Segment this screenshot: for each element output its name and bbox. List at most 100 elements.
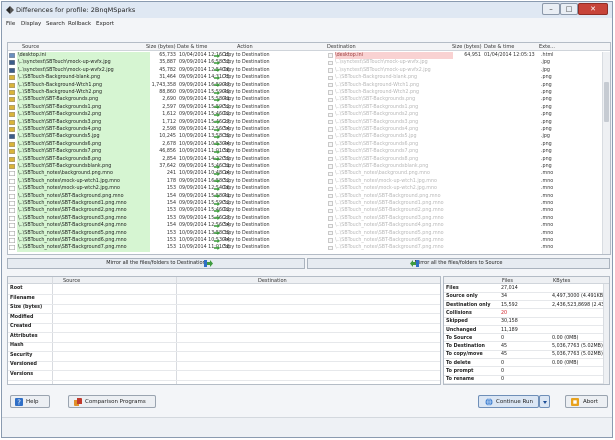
destination-path: \..\SBTouch\SBT-Backgrounds.png	[335, 97, 416, 103]
stats-label: To Source	[446, 335, 473, 341]
source-path: \..\SBTouch\SBT-Backgrounds5.jpg	[18, 134, 100, 140]
source-size: 10,245	[159, 134, 176, 140]
help-label: Help	[26, 399, 39, 405]
abort-label: Abort	[583, 399, 599, 405]
table-row[interactable]: \..\SBTouch-Background-blank.png 31,464 09…	[8, 74, 602, 82]
table-row[interactable]: \..\SBTouch\SBT-Backgrounds1.png 2,597 09/…	[8, 103, 602, 112]
grid-scroll-thumb[interactable]	[604, 82, 609, 122]
table-row[interactable]: \..\SBTouch_notes\mock-up-wtch1.jpg.mno 1…	[8, 177, 602, 186]
table-row[interactable]: \..\SBTouch_notes\background.png.mno 241 1…	[8, 170, 602, 178]
col-date-header[interactable]: Date & time	[177, 44, 207, 50]
stats-row: Destination only 15,592 2,436,523,8698 (2.…	[444, 302, 606, 310]
menu-rollback[interactable]: Rollback	[68, 21, 91, 27]
continue-run-button[interactable]: Continue Run	[478, 395, 539, 408]
menu-search[interactable]: Search	[46, 21, 65, 27]
table-row[interactable]: \..\SBTouch-Background-Wtch2.png 88,860 09…	[8, 89, 602, 97]
destination-file-placeholder-icon	[328, 216, 333, 221]
copy-right-arrow-icon	[214, 231, 220, 236]
col-dst-size-header[interactable]: Size (bytes)	[452, 44, 482, 50]
maximize-button[interactable]: □	[560, 3, 578, 15]
table-row[interactable]: \..\SBTouch_notes\SBT-Background4.png.mn…	[8, 222, 602, 230]
image-file-icon	[9, 134, 15, 140]
extension: .mno	[541, 223, 554, 229]
grid-vertical-scrollbar[interactable]	[602, 52, 610, 254]
menu-display[interactable]: Display	[21, 21, 41, 27]
destination-file-placeholder-icon	[328, 68, 333, 73]
col-dst-date-header[interactable]: Date & time	[484, 44, 514, 50]
stats-files-header: Files	[502, 277, 513, 284]
table-row[interactable]: \..\SBTouch\SBT-Backgroundsblank.png 37,6…	[8, 163, 602, 171]
minimize-button[interactable]: –	[542, 3, 560, 15]
col-source-header[interactable]: Source	[22, 44, 39, 50]
table-row[interactable]: \..\SBTouch\SBT-Backgrounds5.jpg 10,245 10…	[8, 133, 602, 141]
copy-right-arrow-icon	[214, 75, 220, 80]
destination-file-placeholder-icon	[328, 223, 333, 228]
destination-file-placeholder-icon	[328, 142, 333, 147]
table-row[interactable]: \..\SBTouch\SBT-Backgrounds3.png 1,712 09/…	[8, 118, 602, 126]
copy-right-arrow-icon	[214, 179, 220, 184]
mirror-to-source-button[interactable]: Mirror all the files/folders to Source	[307, 258, 610, 269]
source-path: \..\SBTouch\SBT-Backgrounds7.png	[18, 149, 102, 155]
continue-run-label: Continue Run	[496, 399, 534, 405]
table-row[interactable]: \..\SBTouch\SBT-Backgrounds.png 2,690 09/0…	[8, 96, 602, 104]
stats-vertical-scrollbar[interactable]	[603, 284, 609, 384]
stats-label: To prompt	[446, 369, 474, 374]
table-row[interactable]: \..\synctest\SBTouch\mock-up-wvfx.jpg 35,…	[8, 59, 602, 67]
image-file-icon	[9, 164, 15, 169]
continue-run-dropdown[interactable]	[539, 395, 550, 408]
table-row[interactable]: \..\SBTouch_notes\SBT-Background2.png.mn…	[8, 207, 602, 215]
source-size: 46,856	[159, 149, 176, 155]
compare-row-divider	[8, 370, 440, 371]
table-row[interactable]: \..\SBTouch_notes\SBT-Background5.png.mn…	[8, 229, 602, 237]
table-row[interactable]: \..\SBTouch\SBT-Backgrounds8.png 2,854 10/…	[8, 155, 602, 163]
table-row[interactable]: \..\SBTouch_notes\SBT-Background1.png.mn…	[8, 200, 602, 208]
compare-row-divider	[8, 322, 440, 324]
destination-path: \..\SBTouch_notes\mock-up-wtch1.jpg.mno	[335, 178, 437, 184]
menu-file[interactable]: File	[6, 21, 15, 27]
col-action-header[interactable]: Action	[237, 44, 253, 50]
comparison-programs-button[interactable]: Comparison Programs	[68, 395, 156, 408]
table-row[interactable]: \..\SBTouch\SBT-Backgrounds6.png 2,678 10/…	[8, 140, 602, 149]
table-row[interactable]: \..\SBTouch_notes\SBT-Background6.png.mn…	[8, 237, 602, 245]
extension: .mno	[541, 215, 554, 221]
col-ext-header[interactable]: Exte...	[539, 44, 555, 50]
source-size: 241	[166, 171, 176, 177]
source-path: \..\SBTouch_notes\SBT-Background6.png.mn…	[18, 238, 127, 243]
source-path: \..\SBTouch-Background-blank.png	[18, 75, 101, 81]
table-row[interactable]: \..\synctest\SBTouch\mock-up-wvfx2.jpg 45…	[8, 66, 602, 75]
menu-export[interactable]: Export	[96, 21, 114, 27]
source-size: 2,690	[162, 97, 176, 103]
stats-row: To Destination 45 5,036,7763 (5.02MB)	[444, 343, 603, 351]
action-label: Copy to Destination	[222, 186, 270, 192]
image-file-icon	[9, 119, 15, 125]
text-file-icon	[9, 223, 15, 229]
action-label: Copy to Destination	[222, 178, 270, 184]
table-row[interactable]: \..\SBTouch\SBT-Backgrounds2.png 1,612 09/…	[8, 111, 602, 119]
copy-right-arrow-icon	[214, 157, 220, 162]
table-row[interactable]: \..\SBTouch_notes\SBT-Background.png.mno…	[8, 192, 602, 200]
table-row[interactable]: \..\SBTouch_notes\SBT-Background7.png.mn…	[8, 244, 602, 252]
source-path: \..\synctest\SBTouch\mock-up-wvfx2.jpg	[18, 67, 114, 73]
differences-grid[interactable]: Source Size (bytes) Date & time Action D…	[7, 42, 611, 255]
col-destination-header[interactable]: Destination	[327, 44, 356, 50]
help-button[interactable]: ? Help	[10, 395, 50, 408]
source-path: \..\SBTouch\SBT-Backgrounds1.png	[18, 104, 102, 110]
destination-path: \..\SBTouch_notes\SBT-Background2.png.mn…	[335, 208, 444, 214]
close-button[interactable]: ✕	[578, 3, 608, 15]
title-bar[interactable]: Differences for profile: 2BnqMSparks – □…	[2, 2, 612, 18]
table-row[interactable]: \..\SBTouch_notes\mock-up-wtch2.jpg.mno 1…	[8, 185, 602, 193]
file-compare-panel: Source Destination Root Filename Size (byt…	[7, 276, 441, 385]
text-file-icon	[9, 245, 15, 251]
table-row[interactable]: \..\SBTouch-Background-Wtch1.png 1,743,35…	[8, 81, 602, 89]
source-path: \..\SBTouch\SBT-Backgrounds8.png	[18, 156, 102, 162]
col-size-header[interactable]: Size (bytes)	[146, 44, 176, 50]
table-row[interactable]: \..\SBTouch_notes\SBT-Background3.png.mn…	[8, 214, 602, 223]
table-row[interactable]: \..\SBTouch\SBT-Backgrounds4.png 2,598 09/…	[8, 126, 602, 134]
copy-right-arrow-icon	[214, 201, 220, 206]
destination-file-placeholder-icon	[328, 186, 333, 191]
table-row[interactable]: \desktop.ini 65,733 10/04/2014 12:16:15 Cop…	[8, 52, 602, 60]
mirror-to-destination-button[interactable]: Mirror all the files/folders to Destinat…	[7, 258, 305, 269]
action-label: Copy to Destination	[222, 97, 270, 103]
abort-button[interactable]: Abort	[565, 395, 608, 408]
table-row[interactable]: \..\SBTouch\SBT-Backgrounds7.png 46,856 10…	[8, 148, 602, 156]
